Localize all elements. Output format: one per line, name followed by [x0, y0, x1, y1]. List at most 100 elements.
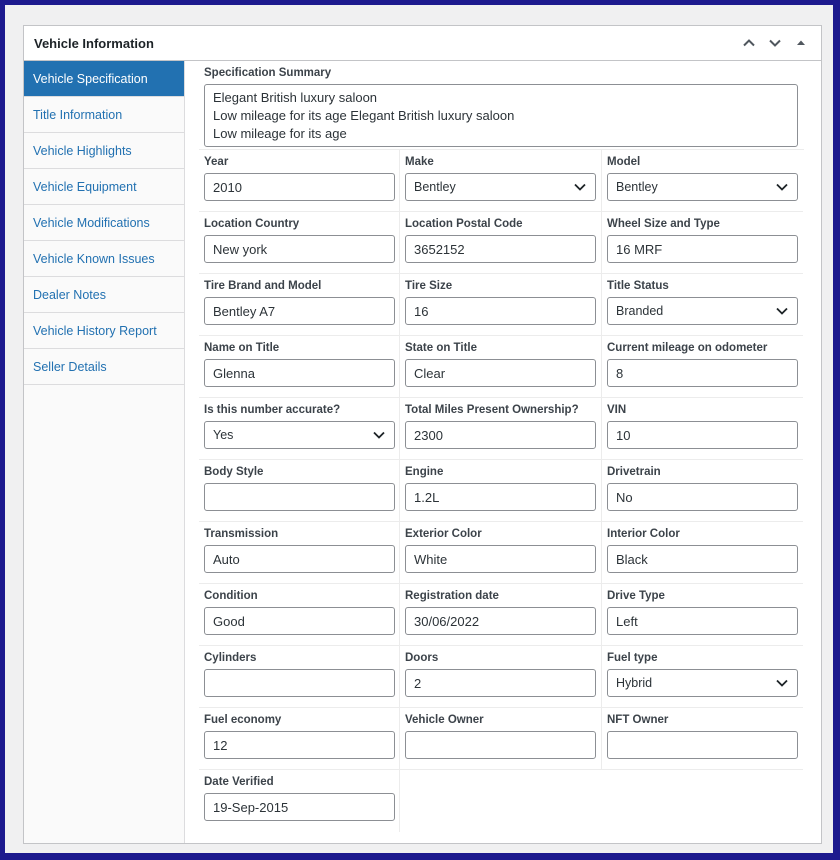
move-down-button[interactable]: [765, 33, 785, 53]
specification-content: Specification Summary Elegant British lu…: [199, 61, 804, 832]
body-style-input[interactable]: [204, 483, 395, 511]
field-label: Tire Brand and Model: [204, 280, 322, 292]
summary-textarea[interactable]: Elegant British luxury saloon Low mileag…: [204, 84, 798, 147]
nft-owner-input[interactable]: [607, 731, 798, 759]
chevron-down-icon: [769, 39, 781, 47]
field-value: White: [414, 551, 448, 567]
toggle-panel-button[interactable]: [791, 33, 811, 53]
field-value: No: [616, 489, 633, 505]
tab-seller-details[interactable]: Seller Details: [24, 349, 184, 385]
field-label: Transmission: [204, 528, 279, 540]
field-value: 16: [414, 303, 429, 319]
tab-vehicle-specification[interactable]: Vehicle Specification: [24, 61, 184, 97]
field-value: 2: [414, 675, 422, 691]
location-country-input[interactable]: New york: [204, 235, 395, 263]
field-label: Fuel type: [607, 652, 658, 664]
field-value: New york: [213, 241, 268, 257]
name-on-title-input[interactable]: Glenna: [204, 359, 395, 387]
vehicle-information-panel: Vehicle Information Vehicle Specificatio…: [23, 25, 822, 844]
field-label: Drivetrain: [607, 466, 661, 478]
field-drive-type: Drive Type Left: [602, 584, 803, 646]
make-select[interactable]: Bentley: [405, 173, 596, 201]
field-value: 12: [213, 737, 228, 753]
transmission-input[interactable]: Auto: [204, 545, 395, 573]
registration-date-input[interactable]: 30/06/2022: [405, 607, 596, 635]
field-label: Current mileage on odometer: [607, 342, 768, 354]
field-value: Bentley A7: [213, 303, 276, 319]
chevron-down-icon: [573, 180, 587, 194]
field-tire-size: Tire Size 16: [400, 274, 602, 336]
chevron-up-icon: [743, 39, 755, 47]
field-label: Make: [405, 156, 434, 168]
field-label: State on Title: [405, 342, 477, 354]
state-on-title-input[interactable]: Clear: [405, 359, 596, 387]
vehicle-owner-input[interactable]: [405, 731, 596, 759]
tab-vehicle-highlights[interactable]: Vehicle Highlights: [24, 133, 184, 169]
chevron-down-icon: [775, 304, 789, 318]
is-this-number-accurate-select[interactable]: Yes: [204, 421, 395, 449]
panel-title: Vehicle Information: [34, 35, 154, 51]
field-value: Black: [616, 551, 648, 567]
model-select[interactable]: Bentley: [607, 173, 798, 201]
triangle-up-icon: [797, 40, 805, 45]
tab-title-information[interactable]: Title Information: [24, 97, 184, 133]
field-value: Bentley: [414, 180, 456, 194]
tire-brand-and-model-input[interactable]: Bentley A7: [204, 297, 395, 325]
vin-input[interactable]: 10: [607, 421, 798, 449]
year-input[interactable]: 2010: [204, 173, 395, 201]
engine-input[interactable]: 1.2L: [405, 483, 596, 511]
field-value: Yes: [213, 428, 234, 442]
field-fuel-type: Fuel type Hybrid: [602, 646, 803, 708]
field-title-status: Title Status Branded: [602, 274, 803, 336]
exterior-color-input[interactable]: White: [405, 545, 596, 573]
tab-list: Vehicle Specification Title Information Ve…: [24, 61, 185, 843]
field-registration-date: Registration date 30/06/2022: [400, 584, 602, 646]
tab-dealer-notes[interactable]: Dealer Notes: [24, 277, 184, 313]
field-location-country: Location Country New york: [199, 212, 400, 274]
field-label: Year: [204, 156, 229, 168]
interior-color-input[interactable]: Black: [607, 545, 798, 573]
field-nft-owner: NFT Owner: [602, 708, 803, 770]
location-postal-code-input[interactable]: 3652152: [405, 235, 596, 263]
move-up-button[interactable]: [739, 33, 759, 53]
tab-vehicle-history-report[interactable]: Vehicle History Report: [24, 313, 184, 349]
field-location-postal-code: Location Postal Code 3652152: [400, 212, 602, 274]
empty-cell: [400, 770, 602, 832]
condition-input[interactable]: Good: [204, 607, 395, 635]
field-value: Good: [213, 613, 245, 629]
field-label: Exterior Color: [405, 528, 482, 540]
cylinders-input[interactable]: [204, 669, 395, 697]
fuel-type-select[interactable]: Hybrid: [607, 669, 798, 697]
field-transmission: Transmission Auto: [199, 522, 400, 584]
field-model: Model Bentley: [602, 150, 803, 212]
field-engine: Engine 1.2L: [400, 460, 602, 522]
field-value: 19-Sep-2015: [213, 799, 289, 815]
title-status-select[interactable]: Branded: [607, 297, 798, 325]
tab-vehicle-known-issues[interactable]: Vehicle Known Issues: [24, 241, 184, 277]
drivetrain-input[interactable]: No: [607, 483, 798, 511]
field-label: Title Status: [607, 280, 669, 292]
wheel-size-and-type-input[interactable]: 16 MRF: [607, 235, 798, 263]
field-label: Tire Size: [405, 280, 453, 292]
panel-body: Vehicle Specification Title Information Ve…: [24, 61, 821, 843]
doors-input[interactable]: 2: [405, 669, 596, 697]
field-label: Body Style: [204, 466, 264, 478]
field-label: Fuel economy: [204, 714, 282, 726]
tire-size-input[interactable]: 16: [405, 297, 596, 325]
field-value: Auto: [213, 551, 240, 567]
fuel-economy-input[interactable]: 12: [204, 731, 395, 759]
summary-section: Specification Summary Elegant British lu…: [199, 61, 804, 149]
date-verified-input[interactable]: 19-Sep-2015: [204, 793, 395, 821]
drive-type-input[interactable]: Left: [607, 607, 798, 635]
field-doors: Doors 2: [400, 646, 602, 708]
field-condition: Condition Good: [199, 584, 400, 646]
current-mileage-on-odometer-input[interactable]: 8: [607, 359, 798, 387]
field-value: 10: [616, 427, 631, 443]
tab-vehicle-modifications[interactable]: Vehicle Modifications: [24, 205, 184, 241]
field-label: Location Postal Code: [405, 218, 523, 230]
tab-vehicle-equipment[interactable]: Vehicle Equipment: [24, 169, 184, 205]
field-label: Location Country: [204, 218, 300, 230]
total-miles-present-ownership-input[interactable]: 2300: [405, 421, 596, 449]
empty-cell: [602, 770, 803, 832]
field-state-on-title: State on Title Clear: [400, 336, 602, 398]
